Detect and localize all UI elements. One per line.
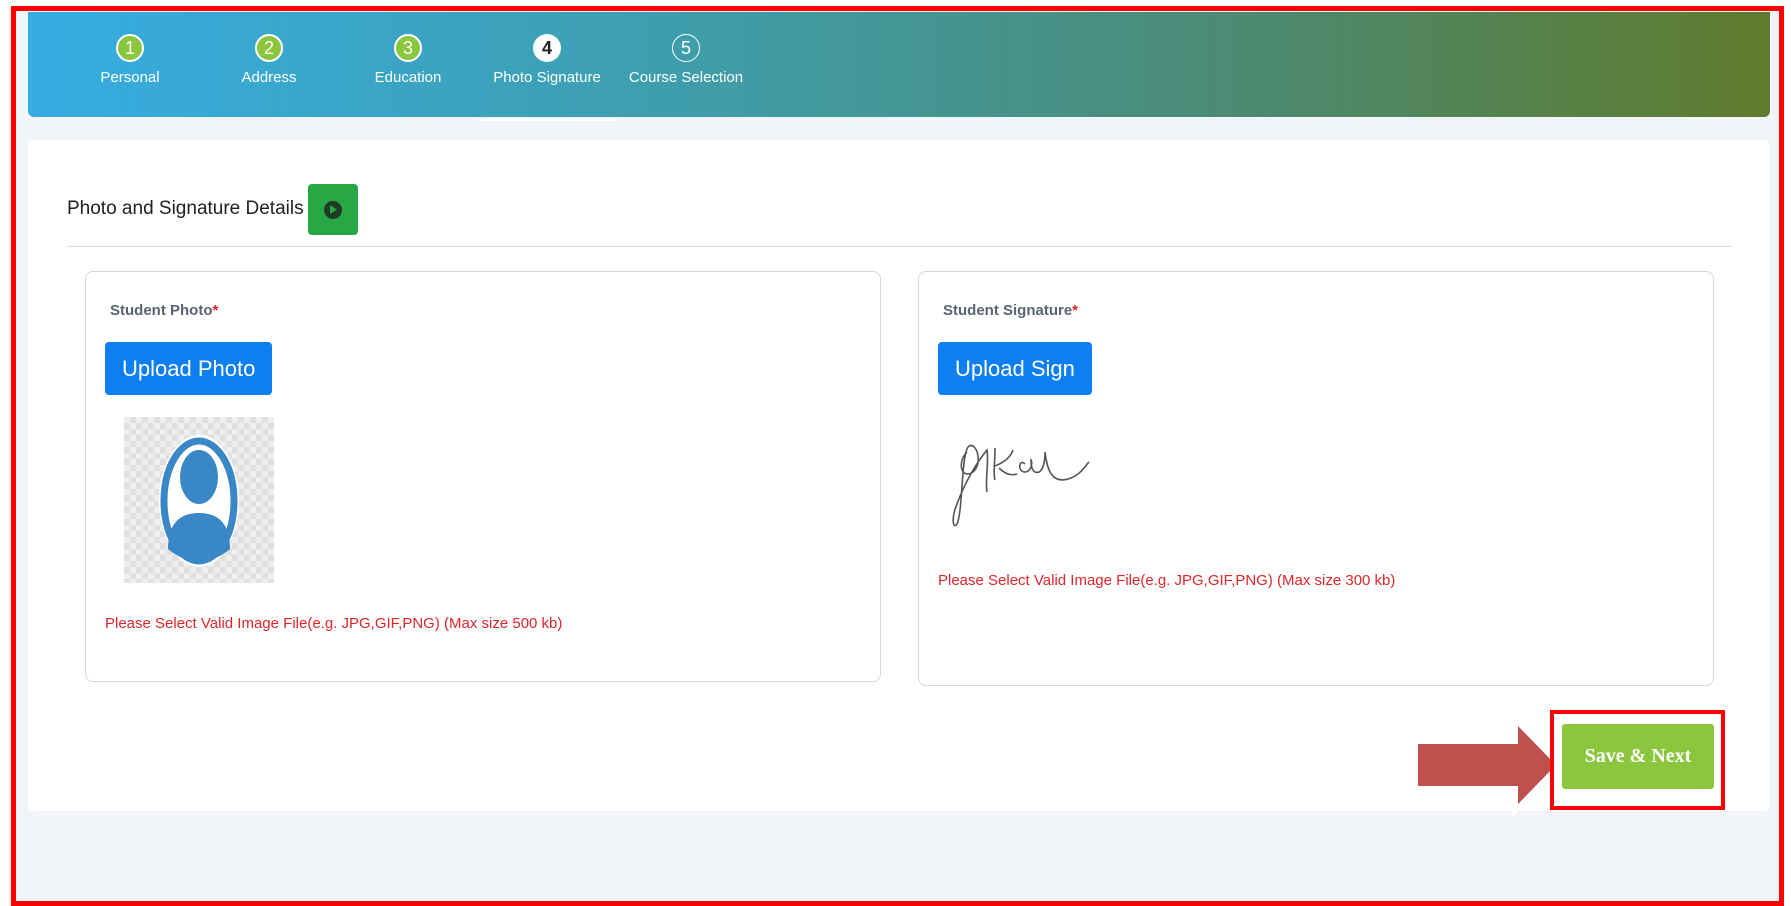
required-mark: *	[1072, 302, 1079, 319]
step-label: Course Selection	[628, 69, 744, 86]
photo-preview	[124, 417, 274, 583]
photo-panel: Student Photo* Upload Photo Please Selec…	[85, 271, 881, 682]
section-title: Photo and Signature Details	[67, 198, 304, 219]
video-help-button[interactable]	[308, 184, 358, 235]
required-mark: *	[212, 302, 219, 319]
registration-stepper: 1 Personal 2 Address 3 Education 4 Photo…	[28, 12, 1770, 121]
step-personal[interactable]: 1 Personal	[60, 34, 200, 86]
step-course-selection[interactable]: 5 Course Selection	[616, 34, 756, 86]
signature-image	[952, 444, 1090, 527]
photo-label: Student Photo*	[110, 302, 218, 319]
step-number: 3	[394, 34, 422, 62]
step-label: Personal	[100, 69, 160, 86]
photo-label-text: Student Photo	[110, 302, 213, 319]
user-avatar-icon	[159, 435, 239, 567]
step-label: Photo Signature	[493, 69, 601, 86]
play-icon	[324, 200, 342, 219]
photo-size-hint: Please Select Valid Image File(e.g. JPG,…	[105, 615, 563, 632]
upload-sign-button[interactable]: Upload Sign	[938, 342, 1092, 395]
step-number: 5	[672, 34, 700, 62]
step-address[interactable]: 2 Address	[199, 34, 339, 86]
save-next-button[interactable]: Save & Next	[1562, 724, 1714, 789]
signature-panel: Student Signature* Upload Sign Please Se…	[918, 271, 1714, 686]
pointer-arrow-icon	[1408, 708, 1568, 822]
step-label: Address	[241, 69, 297, 86]
step-photo-signature[interactable]: 4 Photo Signature	[477, 34, 617, 121]
signature-size-hint: Please Select Valid Image File(e.g. JPG,…	[938, 572, 1396, 589]
step-number: 2	[255, 34, 283, 62]
signature-preview	[947, 422, 1097, 532]
step-number: 4	[533, 34, 561, 62]
signature-label: Student Signature*	[943, 302, 1078, 319]
step-number: 1	[116, 34, 144, 62]
upload-photo-button[interactable]: Upload Photo	[105, 342, 273, 395]
section-divider	[67, 246, 1732, 247]
signature-label-text: Student Signature	[943, 302, 1073, 319]
step-label: Education	[374, 69, 442, 86]
active-step-underline	[477, 119, 617, 121]
step-education[interactable]: 3 Education	[338, 34, 478, 86]
